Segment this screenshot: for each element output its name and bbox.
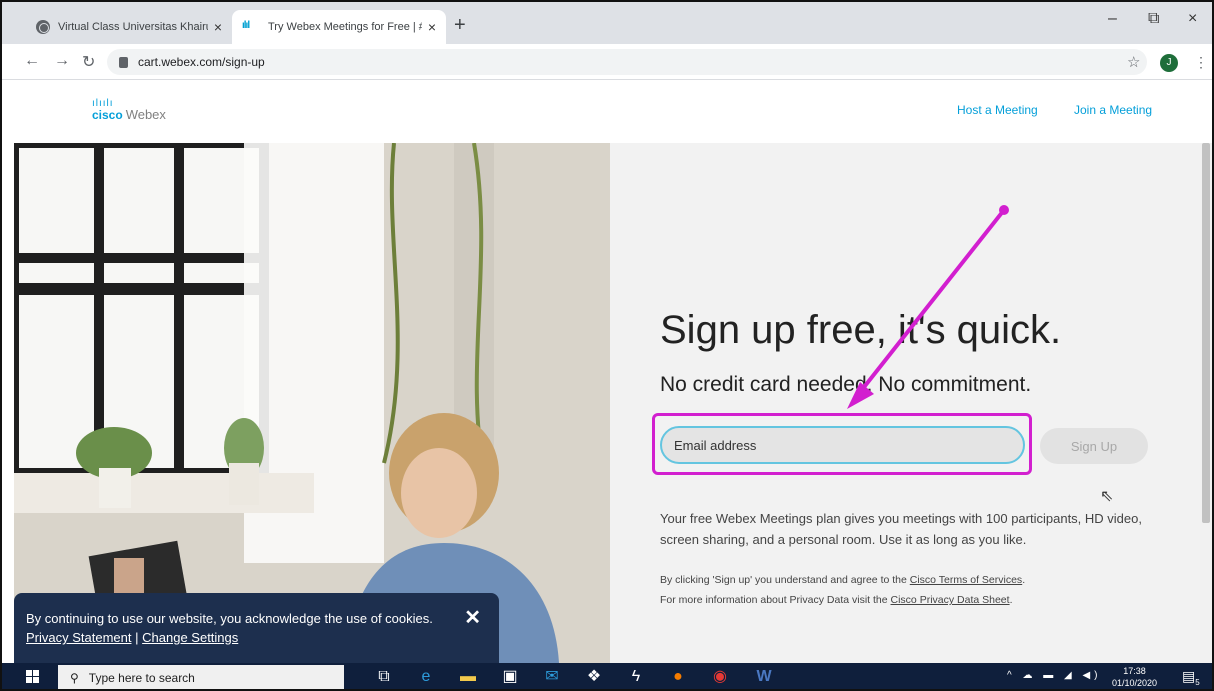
screen: Virtual Class Universitas Khairun × ılıl… (0, 0, 1214, 691)
notification-icon[interactable]: ▤5 (1182, 668, 1200, 687)
edge-icon[interactable]: e (416, 667, 436, 687)
store-icon[interactable]: ▣ (500, 667, 520, 687)
task-view-icon[interactable]: ⧉ (374, 667, 394, 687)
cookie-text: By continuing to use our website, you ac… (26, 611, 433, 626)
dropbox-icon[interactable]: ❖ (584, 667, 604, 687)
clock-time: 17:38 (1123, 666, 1146, 676)
cookie-banner: By continuing to use our website, you ac… (14, 593, 499, 663)
clock-date: 01/10/2020 (1112, 678, 1158, 688)
file-explorer-icon[interactable]: ▬ (458, 667, 478, 687)
change-settings-link[interactable]: Change Settings (142, 630, 238, 645)
taskbar-search-placeholder: Type here to search (88, 670, 195, 685)
annotation-arrow (847, 205, 1009, 409)
cookie-separator: | (135, 630, 139, 645)
taskbar-search[interactable]: ⚲ Type here to search (58, 665, 344, 689)
search-icon: ⚲ (70, 670, 79, 685)
close-icon[interactable]: ✕ (464, 608, 481, 628)
taskbar-clock[interactable]: 17:38 01/10/2020 (1112, 665, 1157, 689)
notification-count: 5 (1195, 677, 1200, 687)
mail-icon[interactable]: ✉ (542, 667, 562, 687)
word-icon[interactable]: W (754, 667, 774, 687)
winamp-icon[interactable]: ϟ (626, 667, 646, 687)
windows-start-icon[interactable] (26, 670, 40, 684)
windows-taskbar: ⚲ Type here to search ⧉ e ▬ ▣ ✉ ❖ ϟ ● ◉ … (2, 663, 1212, 689)
firefox-icon[interactable]: ● (668, 667, 688, 687)
privacy-statement-link[interactable]: Privacy Statement (26, 630, 132, 645)
chrome-icon[interactable]: ◉ (710, 667, 730, 687)
system-tray-icons[interactable]: ^ ☁ ▬ ◢ ◀) (1007, 670, 1102, 681)
